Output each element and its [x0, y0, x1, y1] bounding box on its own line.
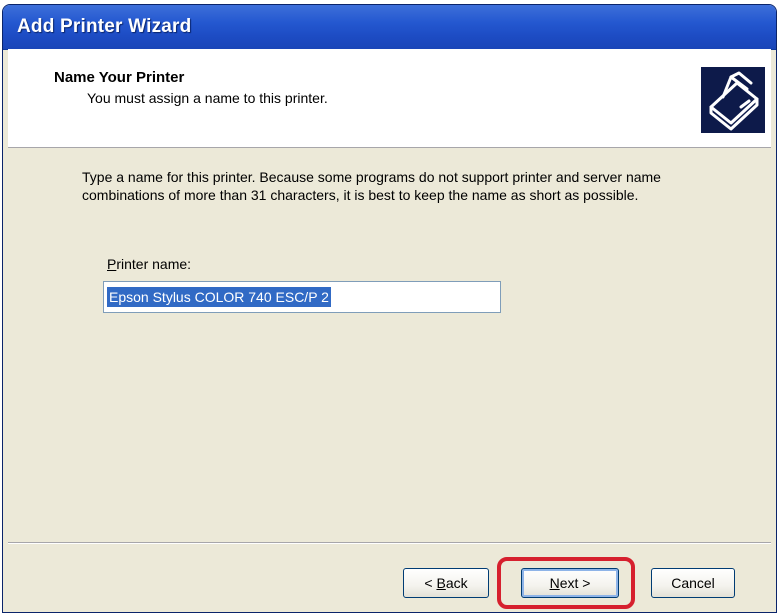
- printer-icon: [701, 67, 765, 133]
- back-accelerator: B: [436, 575, 446, 591]
- back-button[interactable]: < Back: [403, 568, 489, 598]
- back-arrow: <: [424, 575, 437, 591]
- cancel-button[interactable]: Cancel: [651, 568, 735, 598]
- window-title: Add Printer Wizard: [17, 16, 192, 37]
- printer-name-selected-text: Epson Stylus COLOR 740 ESC/P 2: [107, 287, 331, 307]
- back-label: ack: [445, 575, 468, 591]
- cancel-label: Cancel: [671, 575, 715, 591]
- title-bar[interactable]: Add Printer Wizard: [3, 5, 776, 50]
- page-title: Name Your Printer: [54, 69, 185, 86]
- printer-name-label: Printer name:: [107, 256, 191, 272]
- label-text: rinter name:: [116, 256, 192, 272]
- next-button-highlight: [497, 557, 635, 609]
- add-printer-wizard-window: Add Printer Wizard Name Your Printer You…: [2, 4, 777, 613]
- page-subtitle: You must assign a name to this printer.: [87, 90, 328, 106]
- instruction-text: Type a name for this printer. Because so…: [82, 169, 661, 203]
- printer-name-input[interactable]: Epson Stylus COLOR 740 ESC/P 2: [103, 281, 501, 313]
- footer-divider: [8, 542, 771, 544]
- wizard-header: Name Your Printer You must assign a name…: [8, 49, 771, 148]
- label-accelerator: P: [107, 256, 117, 272]
